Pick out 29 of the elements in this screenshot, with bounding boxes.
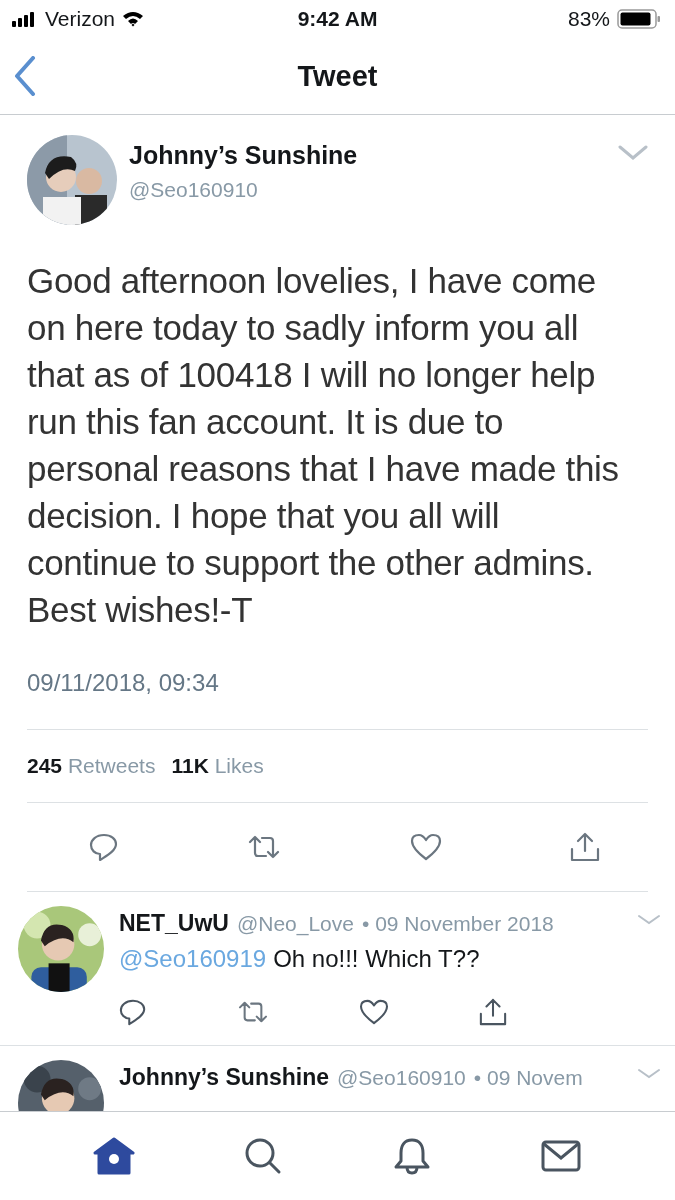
timestamp: 09/11/2018, 09:34 (27, 669, 648, 730)
battery-percent: 83% (567, 7, 610, 31)
reply-date: • 09 Novem (473, 1066, 583, 1090)
retweet-icon[interactable] (237, 999, 269, 1025)
back-icon[interactable] (14, 56, 36, 96)
screen-title: Tweet (297, 59, 378, 93)
reply-text: Oh no!!! Which T?? (273, 945, 480, 973)
carrier: Verizon (45, 7, 116, 31)
mail-icon[interactable] (540, 1140, 581, 1172)
retweet-icon[interactable] (247, 833, 282, 861)
reply-icon[interactable] (89, 832, 119, 862)
battery-icon (617, 9, 661, 29)
search-icon[interactable] (244, 1137, 283, 1175)
reply-icon[interactable] (119, 998, 147, 1026)
retweet-count[interactable]: 245 Retweets (27, 754, 156, 778)
like-count[interactable]: 11K Likes (171, 754, 264, 778)
share-icon[interactable] (570, 831, 600, 863)
heart-icon[interactable] (359, 999, 389, 1025)
reply-date: • 09 November 2018 (361, 912, 554, 936)
home-icon[interactable] (93, 1137, 136, 1175)
heart-icon[interactable] (409, 833, 442, 861)
display-name[interactable]: Johnny’s Sunshine (119, 1064, 329, 1091)
tweet-text: Good afternoon lovelies, I have come on here today to sadly inform you all that as of 100418 I will no longer help run this fan account. It is due to personal reasons that I have made this decision. I hope that you all will continue to support the other admins. Best wishes!-T (27, 260, 620, 631)
wifi-icon (122, 11, 145, 27)
clock: 9:42 AM (297, 7, 378, 31)
bell-icon[interactable] (392, 1137, 431, 1175)
display-name[interactable]: NET_UwU (119, 910, 229, 937)
display-name[interactable]: Johnny’s Sunshine (129, 141, 358, 170)
share-icon[interactable] (479, 997, 507, 1027)
